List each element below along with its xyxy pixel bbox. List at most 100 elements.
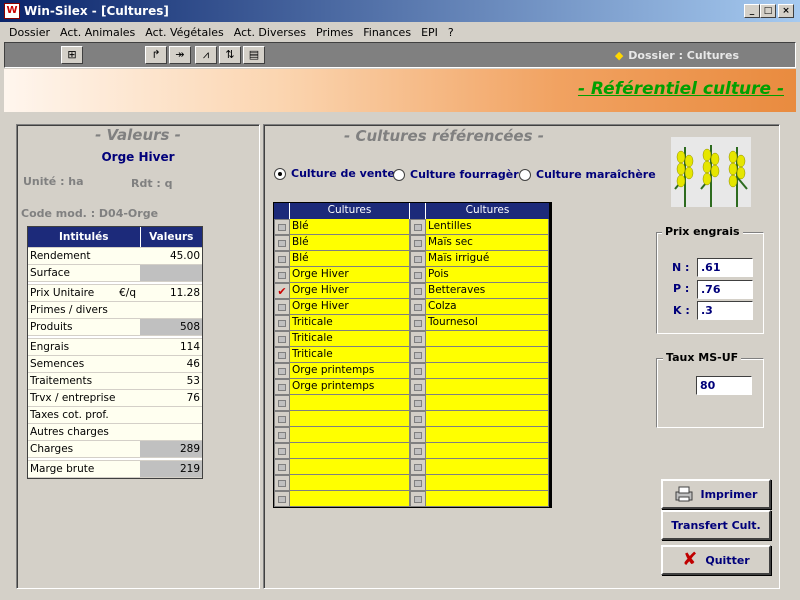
n-price-input[interactable]: .61 bbox=[697, 258, 753, 277]
row-checkbox[interactable] bbox=[410, 235, 426, 251]
culture-row[interactable] bbox=[274, 427, 551, 443]
culture-row[interactable]: Blé Maïs sec bbox=[274, 235, 551, 251]
culture-cell-right[interactable] bbox=[426, 411, 549, 427]
culture-row[interactable] bbox=[274, 443, 551, 459]
menu-dossier[interactable]: Dossier bbox=[9, 26, 50, 39]
culture-cell-right[interactable]: Tournesol bbox=[426, 315, 549, 331]
culture-cell-left[interactable] bbox=[290, 491, 410, 507]
row-checkbox[interactable] bbox=[410, 315, 426, 331]
row-checkbox[interactable] bbox=[274, 491, 290, 507]
row-checkbox[interactable] bbox=[410, 491, 426, 507]
culture-cell-left[interactable] bbox=[290, 411, 410, 427]
culture-cell-left[interactable]: Triticale bbox=[290, 331, 410, 347]
culture-cell-right[interactable]: Colza bbox=[426, 299, 549, 315]
culture-row[interactable]: Blé Maïs irrigué bbox=[274, 251, 551, 267]
culture-cell-right[interactable] bbox=[426, 491, 549, 507]
culture-cell-right[interactable] bbox=[426, 363, 549, 379]
row-checkbox[interactable] bbox=[274, 315, 290, 331]
radio-culture-maraichere[interactable]: Culture maraîchère bbox=[519, 168, 656, 181]
culture-cell-left[interactable] bbox=[290, 395, 410, 411]
calculator-icon[interactable]: ▤ bbox=[243, 46, 265, 64]
taux-ms-uf-input[interactable]: 80 bbox=[696, 376, 752, 395]
menu-act-diverses[interactable]: Act. Diverses bbox=[234, 26, 306, 39]
culture-cell-right[interactable]: Maïs irrigué bbox=[426, 251, 549, 267]
culture-cell-left[interactable]: Blé bbox=[290, 235, 410, 251]
double-arrow-icon[interactable]: ↠ bbox=[169, 46, 191, 64]
row-checkbox[interactable] bbox=[410, 251, 426, 267]
row-checkbox[interactable] bbox=[274, 331, 290, 347]
quitter-button[interactable]: ✘ Quitter bbox=[661, 545, 771, 575]
menu-epi[interactable]: EPI bbox=[421, 26, 438, 39]
culture-row[interactable] bbox=[274, 411, 551, 427]
table-row[interactable]: Semences 46 bbox=[28, 355, 202, 373]
row-checkbox[interactable] bbox=[274, 427, 290, 443]
p-price-input[interactable]: .76 bbox=[697, 280, 753, 299]
row-checkbox[interactable] bbox=[410, 331, 426, 347]
row-checkbox[interactable] bbox=[274, 235, 290, 251]
row-checkbox[interactable] bbox=[274, 459, 290, 475]
row-checkbox[interactable] bbox=[410, 475, 426, 491]
chart-icon[interactable]: ⩘ bbox=[195, 46, 217, 64]
culture-cell-right[interactable] bbox=[426, 331, 549, 347]
culture-row[interactable]: Orge Hiver Pois bbox=[274, 267, 551, 283]
culture-cell-right[interactable] bbox=[426, 475, 549, 491]
table-row[interactable]: Surface bbox=[28, 264, 202, 282]
culture-cell-left[interactable]: Orge printemps bbox=[290, 379, 410, 395]
row-checkbox[interactable] bbox=[274, 411, 290, 427]
culture-row[interactable] bbox=[274, 459, 551, 475]
row-checkbox[interactable] bbox=[274, 379, 290, 395]
culture-cell-right[interactable] bbox=[426, 459, 549, 475]
culture-cell-left[interactable]: Triticale bbox=[290, 315, 410, 331]
transfert-cult-button[interactable]: Transfert Cult. bbox=[661, 510, 771, 540]
table-row[interactable]: Engrais 114 bbox=[28, 338, 202, 356]
menu-act-vegetales[interactable]: Act. Végétales bbox=[145, 26, 223, 39]
row-checkbox[interactable] bbox=[274, 475, 290, 491]
maximize-button[interactable]: □ bbox=[760, 4, 776, 18]
culture-row[interactable]: Triticale Tournesol bbox=[274, 315, 551, 331]
culture-cell-left[interactable]: Blé bbox=[290, 251, 410, 267]
row-checkbox[interactable]: ✔ bbox=[274, 283, 290, 299]
culture-cell-right[interactable]: Betteraves bbox=[426, 283, 549, 299]
table-row[interactable]: Rendement 45.00 bbox=[28, 247, 202, 265]
menu-primes[interactable]: Primes bbox=[316, 26, 353, 39]
radio-culture-fourragere[interactable]: Culture fourragère bbox=[393, 168, 526, 181]
culture-cell-right[interactable] bbox=[426, 427, 549, 443]
row-checkbox[interactable] bbox=[410, 459, 426, 475]
sort-icon[interactable]: ⇅ bbox=[219, 46, 241, 64]
culture-cell-left[interactable] bbox=[290, 443, 410, 459]
row-checkbox[interactable] bbox=[410, 411, 426, 427]
culture-cell-right[interactable]: Pois bbox=[426, 267, 549, 283]
culture-cell-left[interactable]: Triticale bbox=[290, 347, 410, 363]
culture-cell-left[interactable] bbox=[290, 475, 410, 491]
culture-row[interactable]: Orge printemps bbox=[274, 379, 551, 395]
table-row[interactable]: Prix Unitaire €/q 11.28 bbox=[28, 284, 202, 302]
culture-row[interactable] bbox=[274, 491, 551, 507]
culture-row[interactable]: ✔ Orge Hiver Betteraves bbox=[274, 283, 551, 299]
row-checkbox[interactable] bbox=[274, 219, 290, 235]
row-checkbox[interactable] bbox=[410, 363, 426, 379]
imprimer-button[interactable]: Imprimer bbox=[661, 479, 771, 509]
culture-cell-right[interactable]: Maïs sec bbox=[426, 235, 549, 251]
table-row[interactable]: Traitements 53 bbox=[28, 372, 202, 390]
culture-cell-left[interactable] bbox=[290, 459, 410, 475]
culture-row[interactable] bbox=[274, 395, 551, 411]
row-checkbox[interactable] bbox=[274, 347, 290, 363]
culture-row[interactable]: Blé Lentilles bbox=[274, 219, 551, 235]
row-checkbox[interactable] bbox=[410, 283, 426, 299]
k-price-input[interactable]: .3 bbox=[697, 301, 753, 320]
culture-row[interactable]: Triticale bbox=[274, 331, 551, 347]
row-checkbox[interactable] bbox=[410, 267, 426, 283]
row-checkbox[interactable] bbox=[410, 443, 426, 459]
culture-cell-left[interactable]: Blé bbox=[290, 219, 410, 235]
table-row[interactable]: Trvx / entreprise 76 bbox=[28, 389, 202, 407]
culture-row[interactable]: Triticale bbox=[274, 347, 551, 363]
culture-row[interactable]: Orge Hiver Colza bbox=[274, 299, 551, 315]
table-row[interactable]: Primes / divers bbox=[28, 301, 202, 319]
menu-finances[interactable]: Finances bbox=[363, 26, 411, 39]
culture-cell-left[interactable] bbox=[290, 427, 410, 443]
arrow-right-icon[interactable]: ↱ bbox=[145, 46, 167, 64]
row-checkbox[interactable] bbox=[410, 299, 426, 315]
close-window-button[interactable]: × bbox=[778, 4, 794, 18]
culture-cell-left[interactable]: Orge Hiver bbox=[290, 283, 410, 299]
row-checkbox[interactable] bbox=[410, 379, 426, 395]
